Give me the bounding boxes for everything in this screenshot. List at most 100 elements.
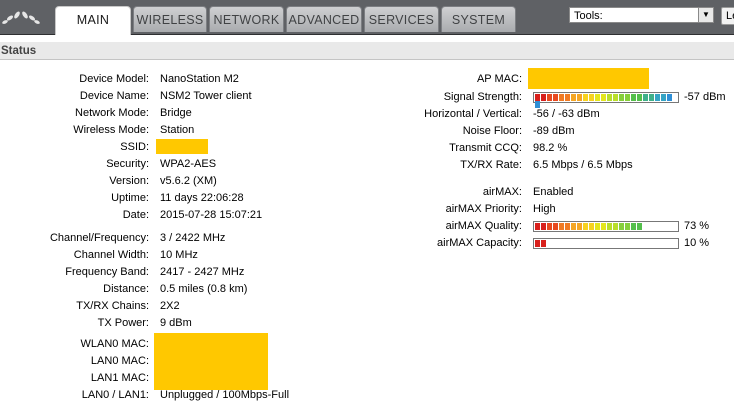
meter-segment [577, 94, 582, 101]
meter-segment [541, 240, 546, 247]
meter-segment [559, 223, 564, 230]
meter-segment [553, 94, 558, 101]
row-value: 2X2 [160, 300, 180, 312]
row-value: High [533, 203, 556, 215]
meter-segment [571, 223, 576, 230]
row-label: Wireless Mode: [73, 124, 149, 136]
meter-segment [589, 223, 594, 230]
section-title: Status [0, 42, 734, 60]
row-label: SSID: [120, 141, 149, 153]
meter-segment [553, 223, 558, 230]
chevron-down-icon: ▼ [698, 8, 713, 22]
redacted-mac-addresses [154, 333, 268, 390]
row-label: airMAX Quality: [445, 220, 522, 232]
meter-segment [607, 94, 612, 101]
meter-segment [643, 94, 648, 101]
row-label: Date: [122, 209, 149, 221]
signal-strength-meter [533, 92, 679, 108]
row-label: TX Power: [97, 317, 149, 329]
row-label: Channel Width: [73, 249, 149, 261]
meter-segment [547, 223, 552, 230]
row-value: Unplugged / 100Mbps-Full [160, 389, 290, 401]
meter-segment [607, 223, 612, 230]
meter-segment [565, 94, 570, 101]
meter-segment [535, 223, 540, 230]
top-navigation-bar: MAIN WIRELESS NETWORK ADVANCED SERVICES … [0, 0, 734, 35]
row-value: 2417 - 2427 MHz [160, 266, 245, 278]
row-value: 11 days 22:06:28 [160, 192, 244, 204]
meter-segment [601, 223, 606, 230]
meter-segment [541, 223, 546, 230]
row-value: 3 / 2422 MHz [160, 232, 226, 244]
row-label: Distance: [103, 283, 149, 295]
redacted-ap-mac [528, 68, 649, 89]
ubiquiti-logo-icon [2, 11, 40, 24]
meter-segment [637, 94, 642, 101]
meter-segment [619, 94, 624, 101]
row-label: Frequency Band: [65, 266, 149, 278]
airmax-capacity-meter [533, 238, 679, 249]
row-value: -56 / -63 dBm [533, 108, 600, 120]
meter-segment [541, 94, 546, 101]
row-value: Station [160, 124, 195, 136]
row-value: -89 dBm [533, 125, 575, 137]
row-value: v5.6.2 (XM) [160, 175, 217, 187]
row-label: Network Mode: [75, 107, 149, 119]
row-label: Device Name: [79, 90, 149, 102]
row-label: Channel/Frequency: [49, 232, 149, 244]
row-label: Transmit CCQ: [449, 142, 522, 154]
row-label: AP MAC: [476, 73, 522, 85]
meter-segment [583, 94, 588, 101]
meter-segment [655, 94, 660, 101]
tools-dropdown-label: Tools: [574, 10, 603, 22]
meter-segment [559, 94, 564, 101]
row-label: Device Model: [79, 73, 149, 85]
tab-network[interactable]: NETWORK [209, 6, 284, 32]
row-value: 9 dBm [160, 317, 192, 329]
meter-segment [577, 223, 582, 230]
tab-advanced[interactable]: ADVANCED [286, 6, 362, 32]
row-value: WPA2-AES [160, 158, 217, 170]
row-label: airMAX: [482, 186, 522, 198]
row-label: Security: [106, 158, 149, 170]
tab-system[interactable]: SYSTEM [441, 6, 516, 32]
row-value: 98.2 % [533, 142, 568, 154]
row-label: LAN1 MAC: [90, 372, 149, 384]
tab-wireless[interactable]: WIRELESS [133, 6, 207, 32]
row-label: airMAX Priority: [445, 203, 522, 215]
row-label: LAN0 / LAN1: [81, 389, 149, 401]
meter-segment [631, 94, 636, 101]
meter-segment [649, 94, 654, 101]
meter-segment [613, 223, 618, 230]
meter-segment [583, 223, 588, 230]
row-value: 10 MHz [160, 249, 198, 261]
airmax-quality-meter [533, 221, 679, 232]
meter-segment [637, 223, 642, 230]
logout-button[interactable]: Le [721, 7, 734, 25]
tab-services[interactable]: SERVICES [364, 6, 439, 32]
row-label: airMAX Capacity: [437, 237, 522, 249]
row-value: 10 % [684, 237, 710, 249]
meter-segment [547, 94, 552, 101]
meter-segment [667, 94, 672, 101]
row-label: Signal Strength: [443, 91, 522, 103]
redacted-ssid [156, 139, 208, 154]
row-value: 73 % [684, 220, 710, 232]
row-value: Bridge [160, 107, 192, 119]
row-value: 6.5 Mbps / 6.5 Mbps [533, 159, 633, 171]
meter-segment [595, 223, 600, 230]
row-label: LAN0 MAC: [90, 355, 149, 367]
row-label: Horizontal / Vertical: [424, 108, 522, 120]
tab-main[interactable]: MAIN [55, 6, 131, 35]
row-value: 2015-07-28 15:07:21 [160, 209, 263, 221]
row-label: Version: [109, 175, 149, 187]
meter-segment [589, 94, 594, 101]
meter-segment [595, 94, 600, 101]
row-label: TX/RX Rate: [460, 159, 522, 171]
row-value: 0.5 miles (0.8 km) [160, 283, 248, 295]
meter-segment [535, 240, 540, 247]
meter-segment [535, 101, 540, 108]
meter-segment [631, 223, 636, 230]
row-label: Uptime: [111, 192, 149, 204]
tools-dropdown[interactable]: Tools: ▼ [569, 7, 714, 23]
